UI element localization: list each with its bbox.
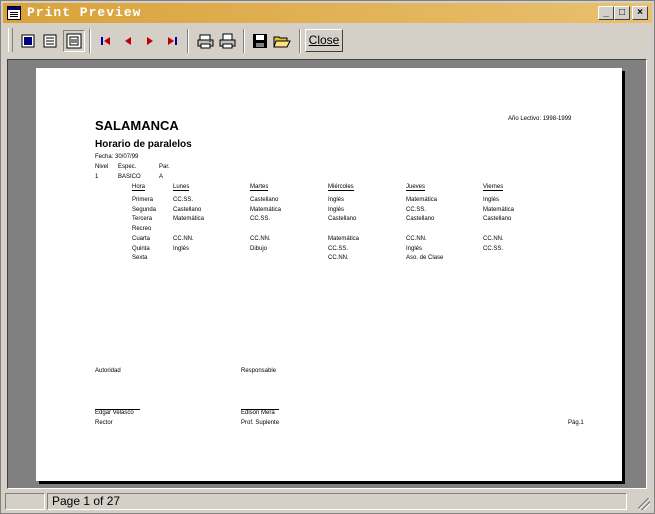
- print-preview-window: Print Preview _ □ × Close SALAMANCA Año …: [0, 0, 655, 514]
- schedule-cell: Dibujo: [250, 245, 268, 252]
- zoom-page-button[interactable]: [63, 30, 85, 52]
- last-page-button[interactable]: [161, 30, 183, 52]
- report-page: SALAMANCA Año Lectivo: 1998-1999 Horario…: [36, 68, 622, 481]
- open-folder-icon: [273, 36, 291, 48]
- schedule-cell: CC.NN.: [328, 255, 349, 262]
- first-page-button[interactable]: [95, 30, 117, 52]
- close-window-button[interactable]: ×: [632, 6, 648, 20]
- close-button[interactable]: Close: [305, 29, 343, 52]
- one-page-icon: [21, 34, 35, 48]
- responsable-name: Edison Mera: [241, 410, 275, 416]
- schedule-cell: Inglés: [328, 206, 345, 213]
- title-bar[interactable]: Print Preview _ □ ×: [3, 3, 652, 23]
- schedule-header: Martes: [250, 184, 269, 191]
- schedule-header: Lunes: [173, 184, 190, 191]
- open-button[interactable]: [271, 30, 293, 52]
- previous-page-button[interactable]: [117, 30, 139, 52]
- next-page-button[interactable]: [139, 30, 161, 52]
- schedule-period: Primera: [132, 197, 154, 203]
- value-par: A: [159, 174, 164, 180]
- print-setup-button[interactable]: [195, 30, 217, 52]
- toolbar-separator: [299, 29, 301, 53]
- schedule-cell: Castellano: [483, 216, 512, 223]
- minimize-button[interactable]: _: [598, 6, 614, 20]
- resize-grip[interactable]: [638, 498, 650, 510]
- schedule-cell: Castellano: [173, 206, 202, 213]
- value-nivel: 1: [95, 174, 99, 180]
- first-page-icon: [101, 37, 110, 45]
- schedule-cell: Matemática: [250, 206, 282, 213]
- print-button[interactable]: [217, 30, 239, 52]
- schedule-period: Tercera: [132, 216, 153, 223]
- last-page-icon: [168, 37, 177, 45]
- header-nivel: Nivel: [95, 164, 109, 170]
- schedule-cell: Inglés: [483, 197, 500, 203]
- schedule-cell: Castellano: [328, 216, 357, 223]
- maximize-button[interactable]: □: [614, 6, 630, 20]
- schedule-cell: Matemática: [173, 216, 205, 223]
- save-disk-icon: [253, 34, 267, 48]
- schedule-cell: Castellano: [406, 216, 435, 223]
- zoom-page-icon: [66, 33, 82, 49]
- preview-canvas[interactable]: SALAMANCA Año Lectivo: 1998-1999 Horario…: [7, 59, 647, 489]
- window-title: Print Preview: [27, 5, 142, 20]
- schedule-period: Segunda: [132, 206, 157, 213]
- schedule-header: Jueves: [406, 184, 426, 191]
- report-title: SALAMANCA: [95, 118, 179, 133]
- schedule-cell: CC.NN.: [250, 235, 271, 242]
- schedule-cell: Matemática: [328, 235, 360, 242]
- schedule-cell: CC.NN.: [406, 235, 427, 242]
- responsable-role: Prof. Suplente: [241, 420, 280, 426]
- toolbar-separator: [187, 29, 189, 53]
- app-icon[interactable]: [7, 6, 21, 20]
- schedule-cell: CC.SS.: [328, 245, 349, 252]
- value-espec: BASICO: [118, 174, 141, 180]
- schedule-cell: Matemática: [483, 206, 515, 213]
- toolbar-grip[interactable]: [8, 28, 13, 52]
- page-mark: Pág.1: [568, 420, 584, 426]
- schedule-cell: CC.SS.: [406, 206, 427, 213]
- schedule-cell: Aso. de Clase: [406, 255, 444, 262]
- header-espec: Espec.: [118, 164, 137, 170]
- schedule-period: Recreo: [132, 226, 152, 233]
- autoridad-label: Autoridad: [95, 368, 121, 374]
- previous-page-icon: [125, 37, 131, 45]
- schedule-cell: Inglés: [406, 245, 423, 252]
- report-date: Fecha: 30/07/99: [95, 154, 139, 160]
- schedule-cell: CC.SS.: [173, 197, 194, 203]
- toolbar-separator: [89, 29, 91, 53]
- autoridad-name: Edgar Velasco: [95, 410, 134, 416]
- schedule-cell: Inglés: [173, 245, 190, 252]
- two-page-icon: [43, 34, 57, 48]
- year-label: Año Lectivo: 1998-1999: [508, 116, 572, 122]
- responsable-label: Responsable: [241, 368, 277, 374]
- toolbar-separator: [243, 29, 245, 53]
- schedule-period: Sexta: [132, 255, 148, 262]
- report-subtitle: Horario de paralelos: [95, 139, 192, 150]
- schedule-cell: CC.SS.: [250, 216, 271, 223]
- status-pane-empty: [5, 493, 45, 510]
- schedule-cell: CC.NN.: [483, 235, 504, 242]
- two-page-button[interactable]: [39, 30, 61, 52]
- schedule-cell: CC.NN.: [173, 235, 194, 242]
- schedule-header: Viernes: [483, 184, 504, 191]
- schedule-period: Quinta: [132, 245, 150, 252]
- schedule-period: Cuarta: [132, 235, 151, 242]
- schedule-cell: Matemática: [406, 197, 438, 203]
- next-page-icon: [147, 37, 153, 45]
- header-par: Par.: [159, 164, 170, 170]
- schedule-header: Hora: [132, 184, 146, 191]
- schedule-cell: CC.SS.: [483, 245, 504, 252]
- printer-icon: [219, 33, 236, 49]
- schedule-cell: Castellano: [250, 197, 279, 203]
- autoridad-role: Rector: [95, 420, 113, 426]
- schedule-cell: Inglés: [328, 197, 345, 203]
- one-page-button[interactable]: [17, 30, 39, 52]
- page-indicator: Page 1 of 27: [47, 493, 627, 510]
- save-button[interactable]: [249, 30, 271, 52]
- print-setup-icon: [197, 34, 214, 49]
- schedule-header: Miércoles: [328, 184, 354, 191]
- toolbar: Close: [3, 25, 652, 57]
- status-bar: Page 1 of 27: [3, 492, 652, 512]
